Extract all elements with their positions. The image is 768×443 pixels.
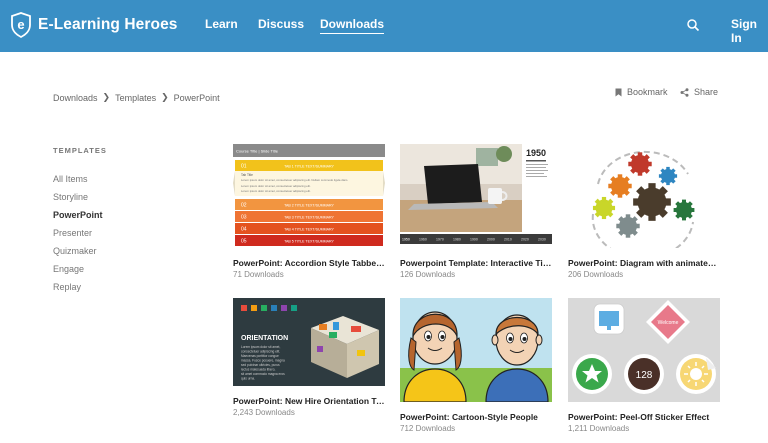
svg-text:Lorem ipsum dolor sit amet, co: Lorem ipsum dolor sit amet, consectetuer… — [241, 189, 311, 193]
brand-logo[interactable]: e E-Learning Heroes — [10, 11, 178, 39]
sidebar-item-powerpoint[interactable]: PowerPoint — [53, 208, 103, 226]
svg-text:TAB 5 TITLE TEXT/SUMMARY: TAB 5 TITLE TEXT/SUMMARY — [284, 240, 334, 244]
chevron-right-icon: ❯ — [102, 92, 111, 102]
card-thumbnail-orientation: ORIENTATION Lorem ipsum dolor sit amet, … — [233, 298, 385, 386]
svg-text:sed pulvinar ultricies, purus: sed pulvinar ultricies, purus — [241, 363, 280, 367]
sidebar-item-presenter[interactable]: Presenter — [53, 226, 103, 244]
sidebar-item-replay[interactable]: Replay — [53, 280, 103, 298]
card-title[interactable]: Powerpoint Template: Interactive Timelin… — [400, 258, 552, 268]
svg-text:1990: 1990 — [470, 238, 478, 242]
svg-text:lectus malesuada libero,: lectus malesuada libero, — [241, 368, 275, 372]
svg-text:Tab Title: Tab Title — [241, 173, 253, 177]
brand-name: E-Learning Heroes — [38, 16, 178, 33]
download-card[interactable]: Welcome 128 PowerPoint: Peel-Off Sticker… — [568, 298, 720, 433]
svg-text:e: e — [17, 17, 24, 32]
svg-text:2020: 2020 — [521, 238, 529, 242]
top-navigation-bar: e E-Learning Heroes Learn Discuss Downlo… — [0, 0, 768, 52]
svg-text:1950: 1950 — [402, 238, 410, 242]
card-download-count: 71 Downloads — [233, 270, 284, 279]
card-download-count: 2,243 Downloads — [233, 408, 295, 417]
shield-logo-icon: e — [11, 12, 31, 38]
breadcrumb-templates[interactable]: Templates — [115, 93, 156, 103]
nav-downloads[interactable]: Downloads — [320, 17, 385, 34]
svg-text:2000: 2000 — [487, 238, 495, 242]
card-title[interactable]: PowerPoint: Diagram with animated gears — [568, 258, 720, 268]
svg-text:2030: 2030 — [538, 238, 546, 242]
svg-text:Lorem ipsum dolor sit amet, co: Lorem ipsum dolor sit amet, consectetuer… — [241, 178, 348, 182]
svg-text:Lorem ipsum dolor sit amet,: Lorem ipsum dolor sit amet, — [241, 345, 280, 349]
svg-text:Lorem ipsum dolor sit amet, co: Lorem ipsum dolor sit amet, consectetuer… — [241, 184, 311, 188]
svg-text:massa. Fusce posuere, magna: massa. Fusce posuere, magna — [241, 359, 285, 363]
card-title[interactable]: PowerPoint: New Hire Orientation Templat… — [233, 396, 385, 406]
card-title[interactable]: PowerPoint: Cartoon-Style People — [400, 412, 552, 422]
svg-text:05: 05 — [241, 239, 247, 245]
card-thumbnail-accordion: Course Title | Slide Title 01 TAB 1 TITL… — [233, 144, 385, 248]
card-download-count: 1,211 Downloads — [568, 424, 630, 433]
download-card[interactable]: ORIENTATION Lorem ipsum dolor sit amet, … — [233, 298, 385, 417]
svg-text:ORIENTATION: ORIENTATION — [241, 335, 288, 342]
svg-text:1970: 1970 — [436, 238, 444, 242]
download-card[interactable]: 1950 1950 1960 1970 1980 1990 2000 2010 … — [400, 144, 552, 279]
svg-text:04: 04 — [241, 227, 247, 233]
breadcrumb-downloads[interactable]: Downloads — [53, 93, 98, 103]
card-title[interactable]: PowerPoint: Peel-Off Sticker Effect — [568, 412, 720, 422]
bookmark-icon — [615, 88, 622, 96]
svg-text:2010: 2010 — [504, 238, 512, 242]
breadcrumb-powerpoint[interactable]: PowerPoint — [174, 93, 220, 103]
card-download-count: 126 Downloads — [400, 270, 456, 279]
card-download-count: 712 Downloads — [400, 424, 456, 433]
nav-discuss[interactable]: Discuss — [258, 17, 304, 31]
svg-text:1960: 1960 — [419, 238, 427, 242]
svg-text:02: 02 — [241, 203, 247, 209]
sidebar-menu: All Items Storyline PowerPoint Presenter… — [53, 172, 103, 298]
sidebar-item-engage[interactable]: Engage — [53, 262, 103, 280]
svg-text:consectetuer adipiscing elit.: consectetuer adipiscing elit. — [241, 350, 280, 354]
svg-text:1950: 1950 — [526, 148, 546, 158]
sidebar-item-storyline[interactable]: Storyline — [53, 190, 103, 208]
share-label: Share — [694, 87, 719, 97]
bookmark-button[interactable]: Bookmark — [615, 87, 668, 97]
svg-text:TAB 3 TITLE TEXT/SUMMARY: TAB 3 TITLE TEXT/SUMMARY — [284, 216, 334, 220]
svg-text:Maecenas porttitor congue: Maecenas porttitor congue — [241, 354, 279, 358]
svg-text:sit amet commodo magna eros: sit amet commodo magna eros — [241, 372, 285, 376]
svg-text:quis urna.: quis urna. — [241, 377, 255, 381]
sidebar-heading: TEMPLATES — [53, 146, 107, 155]
download-card[interactable]: PowerPoint: Cartoon-Style People 712 Dow… — [400, 298, 552, 433]
download-card[interactable]: PowerPoint: Diagram with animated gears … — [568, 144, 720, 279]
card-thumbnail-cartoon-people — [400, 298, 552, 402]
share-icon — [680, 87, 689, 97]
breadcrumb: Downloads ❯ Templates ❯ PowerPoint — [53, 92, 220, 103]
svg-text:1980: 1980 — [453, 238, 461, 242]
sidebar-item-all-items[interactable]: All Items — [53, 172, 103, 190]
card-thumbnail-timeline: 1950 1950 1960 1970 1980 1990 2000 2010 … — [400, 144, 552, 248]
svg-text:128: 128 — [636, 370, 653, 381]
svg-text:TAB 4 TITLE TEXT/SUMMARY: TAB 4 TITLE TEXT/SUMMARY — [284, 228, 334, 232]
bookmark-label: Bookmark — [627, 87, 668, 97]
svg-text:TAB 2 TITLE TEXT/SUMMARY: TAB 2 TITLE TEXT/SUMMARY — [284, 204, 334, 208]
sign-in-link[interactable]: Sign In — [731, 17, 768, 45]
svg-text:Course Title | Slide Title: Course Title | Slide Title — [236, 149, 279, 154]
card-thumbnail-stickers: Welcome 128 — [568, 298, 720, 402]
svg-text:01: 01 — [241, 164, 247, 170]
search-icon[interactable] — [686, 18, 700, 32]
svg-text:03: 03 — [241, 215, 247, 221]
card-download-count: 206 Downloads — [568, 270, 624, 279]
chevron-right-icon: ❯ — [161, 92, 169, 102]
svg-text:TAB 1 TITLE TEXT/SUMMARY: TAB 1 TITLE TEXT/SUMMARY — [284, 165, 334, 169]
nav-learn[interactable]: Learn — [205, 17, 238, 31]
download-card[interactable]: Course Title | Slide Title 01 TAB 1 TITL… — [233, 144, 385, 279]
sidebar-item-quizmaker[interactable]: Quizmaker — [53, 244, 103, 262]
svg-text:Welcome: Welcome — [658, 320, 679, 326]
share-button[interactable]: Share — [680, 87, 718, 97]
card-title[interactable]: PowerPoint: Accordion Style Tabbed Inter… — [233, 258, 385, 268]
card-thumbnail-gears — [568, 144, 720, 248]
